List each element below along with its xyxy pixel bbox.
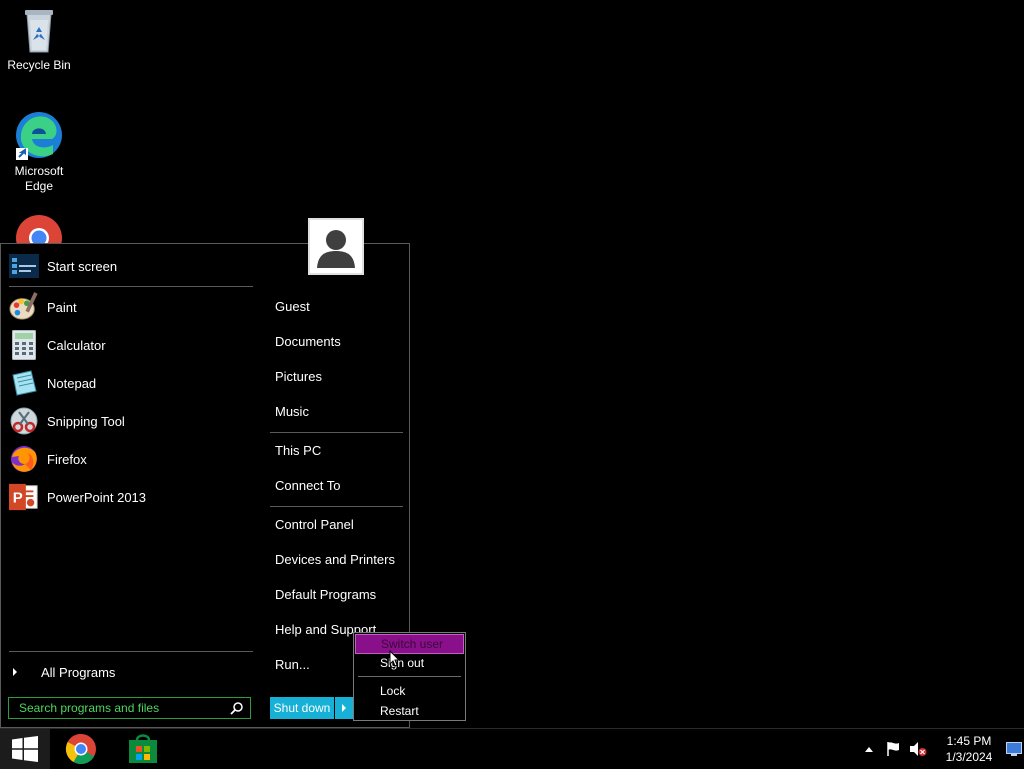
- start-button[interactable]: [0, 729, 50, 769]
- recent-item-calculator[interactable]: Calculator: [9, 328, 106, 362]
- firefox-icon: [9, 444, 39, 474]
- separator: [9, 651, 253, 652]
- recent-item-label: Notepad: [47, 375, 97, 391]
- recent-item-label: Snipping Tool: [47, 413, 125, 429]
- right-item-documents[interactable]: Documents: [275, 332, 341, 352]
- shutdown-button[interactable]: Shut down: [270, 697, 334, 719]
- right-item-music[interactable]: Music: [275, 402, 309, 422]
- clock-time: 1:45 PM: [946, 734, 992, 748]
- start-screen-icon: [9, 251, 39, 281]
- svg-text:P: P: [13, 490, 23, 507]
- clock-date: 1/3/2024: [945, 750, 993, 764]
- desktop-icon-label: Microsoft Edge: [14, 164, 64, 193]
- taskbar-store-button[interactable]: [120, 729, 166, 769]
- flag-icon: [887, 742, 899, 756]
- separator: [358, 676, 461, 677]
- recent-item-label: PowerPoint 2013: [47, 489, 147, 505]
- taskbar-chrome-button[interactable]: [58, 729, 104, 769]
- chrome-icon: [65, 733, 96, 765]
- menu-item-sign-out[interactable]: Sign out: [354, 653, 465, 673]
- edge-icon: [16, 112, 62, 160]
- chevron-up-icon: [865, 746, 873, 752]
- start-screen-item[interactable]: Start screen: [9, 249, 117, 283]
- user-picture[interactable]: [308, 218, 364, 275]
- right-item-control-panel[interactable]: Control Panel: [275, 515, 354, 535]
- start-menu: Start screen Paint Calculator Notepad Sn…: [0, 243, 410, 728]
- calculator-icon: [9, 330, 39, 360]
- show-desktop-button[interactable]: [1004, 729, 1024, 769]
- speaker-muted-icon: [910, 742, 927, 756]
- right-item-guest[interactable]: Guest: [275, 297, 310, 317]
- recent-item-snipping-tool[interactable]: Snipping Tool: [9, 404, 125, 438]
- paint-icon: [9, 292, 39, 322]
- chevron-right-icon: [13, 668, 17, 676]
- recent-item-paint[interactable]: Paint: [9, 290, 77, 324]
- separator: [270, 506, 403, 507]
- action-center-button[interactable]: [884, 729, 902, 769]
- search-input[interactable]: [9, 698, 229, 718]
- shutdown-options-button[interactable]: [335, 697, 353, 719]
- menu-item-switch-user[interactable]: Switch user: [355, 634, 464, 654]
- desktop-icon-microsoft-edge[interactable]: Microsoft Edge: [1, 110, 77, 194]
- recent-item-notepad[interactable]: Notepad: [9, 366, 96, 400]
- separator: [270, 432, 403, 433]
- recent-item-label: Paint: [47, 299, 77, 315]
- store-icon: [129, 734, 157, 763]
- all-programs-label: All Programs: [41, 664, 116, 680]
- right-item-this-pc[interactable]: This PC: [275, 441, 321, 461]
- recent-item-label: Firefox: [47, 451, 87, 467]
- notepad-icon: [9, 368, 39, 398]
- desktop-icon-recycle-bin[interactable]: Recycle Bin: [1, 6, 77, 73]
- right-item-default-programs[interactable]: Default Programs: [275, 585, 376, 605]
- clock[interactable]: 1:45 PM 1/3/2024: [936, 733, 1002, 765]
- right-item-run[interactable]: Run...: [275, 655, 310, 675]
- recent-item-label: Calculator: [47, 337, 106, 353]
- desktop-icon: [1006, 742, 1022, 756]
- chevron-right-icon: [342, 704, 346, 712]
- separator: [9, 286, 253, 287]
- search-icon[interactable]: [230, 701, 244, 715]
- volume-button[interactable]: [908, 729, 928, 769]
- show-hidden-icons-button[interactable]: [862, 729, 876, 769]
- search-box[interactable]: [8, 697, 251, 719]
- recycle-bin-icon: [25, 10, 53, 53]
- start-screen-label: Start screen: [47, 258, 118, 274]
- menu-item-restart[interactable]: Restart: [354, 701, 465, 721]
- menu-item-lock[interactable]: Lock: [354, 681, 465, 701]
- windows-logo-icon: [12, 736, 38, 762]
- right-item-pictures[interactable]: Pictures: [275, 367, 322, 387]
- taskbar: 1:45 PM 1/3/2024: [0, 728, 1024, 769]
- recent-item-powerpoint[interactable]: P PowerPoint 2013: [9, 480, 146, 514]
- all-programs-item[interactable]: All Programs: [13, 662, 115, 682]
- right-item-devices-and-printers[interactable]: Devices and Printers: [275, 550, 395, 570]
- snipping-tool-icon: [9, 406, 39, 436]
- recent-item-firefox[interactable]: Firefox: [9, 442, 87, 476]
- user-avatar-icon: [312, 222, 360, 271]
- desktop-icon-label: Recycle Bin: [7, 58, 71, 72]
- power-options-menu: Switch user Sign out Lock Restart: [353, 632, 466, 721]
- powerpoint-icon: P: [9, 482, 39, 512]
- mouse-cursor: [389, 650, 401, 667]
- right-item-connect-to[interactable]: Connect To: [275, 476, 341, 496]
